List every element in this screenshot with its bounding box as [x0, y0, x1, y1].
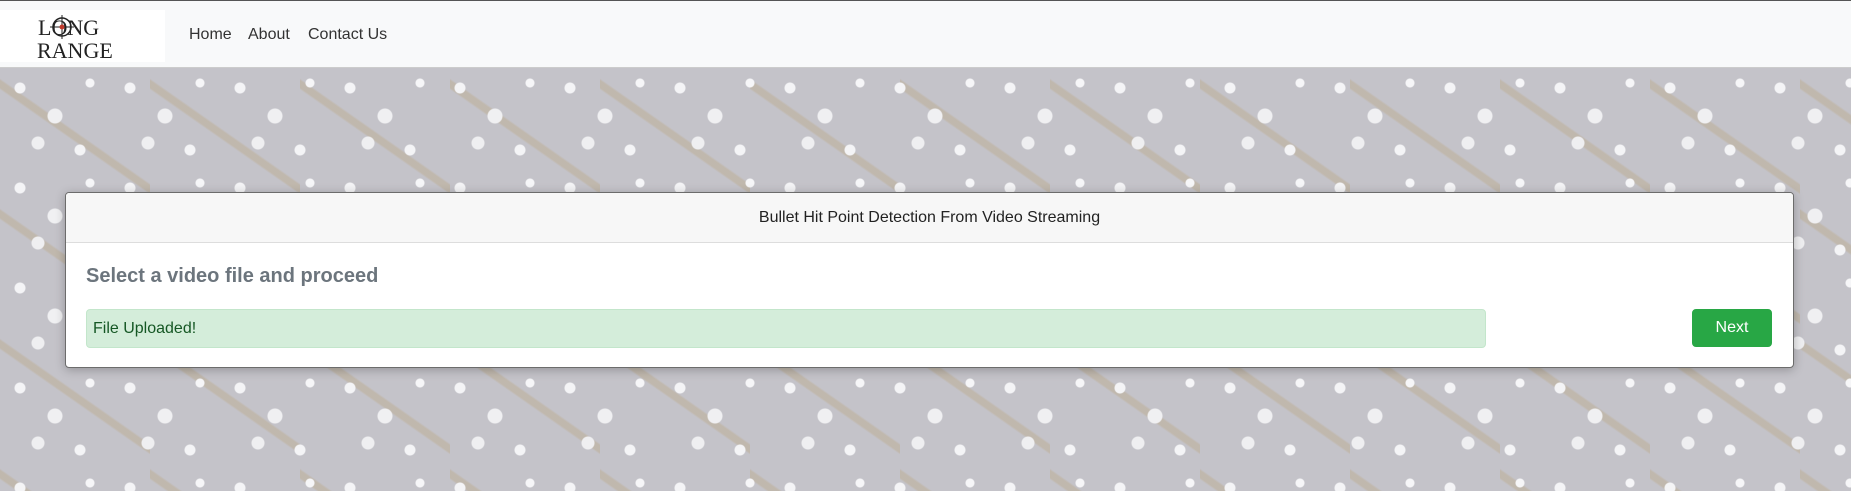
card-title: Select a video file and proceed [86, 265, 379, 287]
nav-about-link[interactable]: About [248, 26, 290, 44]
crosshair-logo-icon: LONG RANGE [37, 15, 113, 63]
upload-success-alert: File Uploaded! [86, 309, 1486, 348]
logo-text-line2: RANGE [37, 38, 113, 62]
logo[interactable]: LONG RANGE [0, 10, 165, 63]
card-header: Bullet Hit Point Detection From Video St… [66, 193, 1793, 243]
next-button[interactable]: Next [1692, 309, 1772, 347]
upload-card: Bullet Hit Point Detection From Video St… [65, 192, 1794, 368]
top-navbar: LONG RANGE Home About Contact Us [0, 0, 1851, 68]
nav-contact-link[interactable]: Contact Us [308, 26, 387, 44]
nav-home-link[interactable]: Home [189, 26, 232, 44]
